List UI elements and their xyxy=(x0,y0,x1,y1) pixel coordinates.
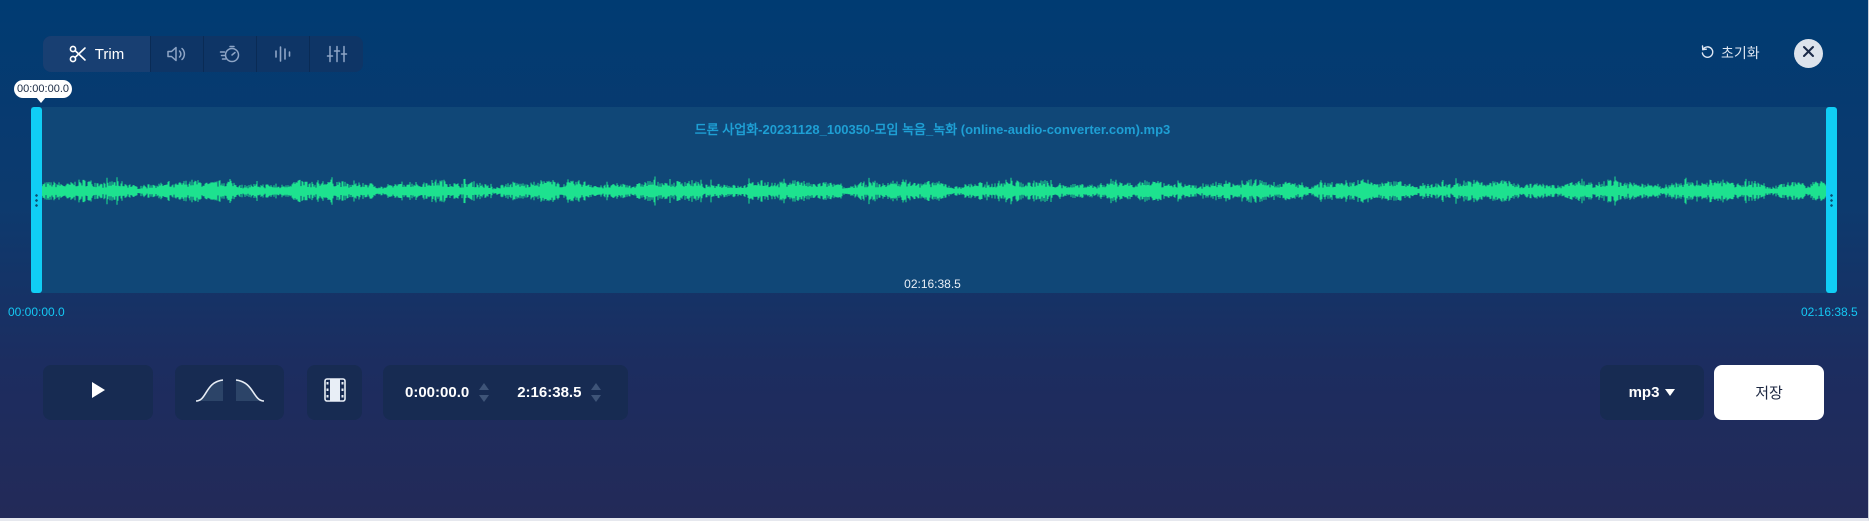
decrement-icon[interactable] xyxy=(479,395,490,402)
reset-button[interactable]: 초기화 xyxy=(1700,42,1760,64)
loop-button[interactable] xyxy=(307,365,362,420)
drag-grip-icon xyxy=(35,193,38,207)
end-time-input[interactable]: 2:16:38.5 xyxy=(517,384,581,401)
tab-trim-label: Trim xyxy=(94,45,125,63)
caret-down-icon xyxy=(1665,389,1676,396)
format-value: mp3 xyxy=(1628,384,1660,401)
tool-tabs: Trim xyxy=(43,36,363,72)
trim-end-handle[interactable] xyxy=(1826,107,1837,293)
play-icon xyxy=(91,382,105,403)
film-loop-icon xyxy=(323,378,346,407)
timeline-start-label: 00:00:00.0 xyxy=(8,305,65,319)
speaker-icon xyxy=(166,45,188,63)
increment-icon[interactable] xyxy=(479,383,490,390)
start-time-input[interactable]: 0:00:00.0 xyxy=(405,384,469,401)
drag-grip-icon xyxy=(1830,193,1833,207)
play-button[interactable] xyxy=(43,365,153,420)
waveform-panel[interactable]: 드론 사업화-20231128_100350-모임 녹음_녹화 (online-… xyxy=(31,107,1834,293)
close-icon xyxy=(1802,45,1815,63)
tab-equalizer[interactable] xyxy=(257,36,310,72)
audio-trimmer-app: Trim 초기화 00:00:00.0 드론 사업화-20231128_1003… xyxy=(0,0,1869,521)
tab-mixer[interactable] xyxy=(310,36,363,72)
save-button[interactable]: 저장 xyxy=(1714,365,1824,420)
file-name: 드론 사업화-20231128_100350-모임 녹음_녹화 (online-… xyxy=(694,122,1171,137)
speed-icon xyxy=(219,44,241,64)
increment-icon[interactable] xyxy=(591,383,602,390)
fade-in-icon[interactable] xyxy=(195,378,225,407)
sliders-icon xyxy=(326,45,348,63)
waveform-path xyxy=(34,176,1830,206)
trim-start-handle[interactable] xyxy=(31,107,42,293)
timeline-end-label: 02:16:38.5 xyxy=(1801,305,1858,319)
trim-time-inputs: 0:00:00.0 2:16:38.5 xyxy=(383,365,628,420)
start-time-stepper[interactable] xyxy=(479,383,490,402)
fade-out-icon[interactable] xyxy=(235,378,265,407)
scissors-icon xyxy=(69,45,87,63)
decrement-icon[interactable] xyxy=(591,395,602,402)
tab-volume[interactable] xyxy=(151,36,204,72)
rotate-ccw-icon xyxy=(1700,44,1715,62)
reset-label: 초기화 xyxy=(1721,45,1760,61)
playhead-time-tooltip: 00:00:00.0 xyxy=(14,80,72,103)
end-time-stepper[interactable] xyxy=(591,383,602,402)
tab-speed[interactable] xyxy=(204,36,257,72)
fade-controls xyxy=(175,365,284,420)
selection-duration: 02:16:38.5 xyxy=(904,277,961,291)
format-select[interactable]: mp3 xyxy=(1600,365,1704,420)
close-button[interactable] xyxy=(1794,39,1823,68)
waveform-bars-icon xyxy=(273,45,293,63)
tab-trim[interactable]: Trim xyxy=(43,36,151,72)
